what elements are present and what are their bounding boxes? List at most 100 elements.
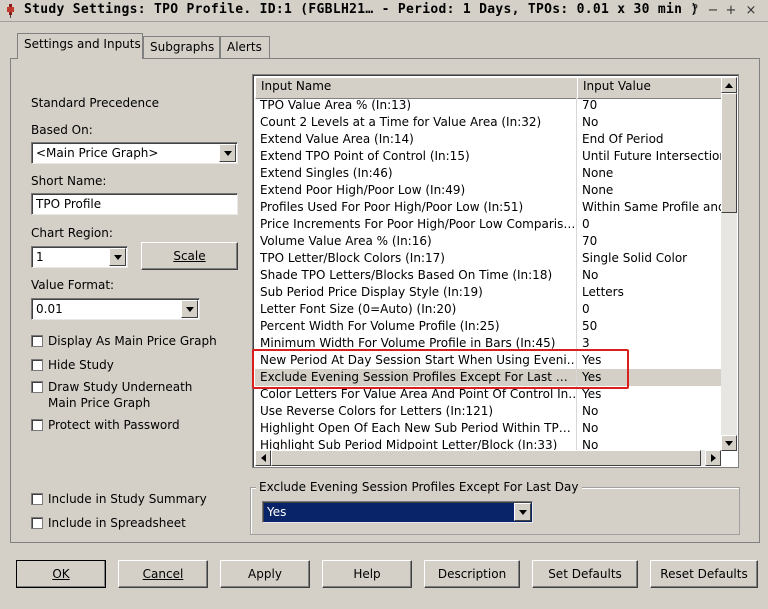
editor-value-combo[interactable]: Yes xyxy=(262,501,533,523)
cancel-button-label: Cancel xyxy=(142,567,184,581)
input-name-cell[interactable]: TPO Value Area % (In:13) xyxy=(255,97,577,114)
input-name-cell[interactable]: Highlight Open Of Each New Sub Period Wi… xyxy=(255,420,577,437)
scroll-thumb[interactable] xyxy=(721,93,737,213)
tab-subgraphs[interactable]: Subgraphs xyxy=(143,36,220,58)
input-name-cell[interactable]: Use Reverse Colors for Letters (In:121) xyxy=(255,403,577,420)
input-name-cell[interactable]: Extend Singles (In:46) xyxy=(255,165,577,182)
protect-with-password-checkbox[interactable] xyxy=(31,419,43,431)
scale-button[interactable]: Scale xyxy=(141,242,238,270)
col-header-input-value[interactable]: Input Value xyxy=(577,77,735,99)
ok-button[interactable]: OK xyxy=(16,560,106,588)
input-name-cell[interactable]: TPO Letter/Block Colors (In:17) xyxy=(255,250,577,267)
value-format-value: 0.01 xyxy=(36,302,63,316)
input-value-cell[interactable]: Within Same Profile and xyxy=(577,199,723,216)
input-name-cell[interactable]: Percent Width For Volume Profile (In:25) xyxy=(255,318,577,335)
table-row[interactable]: Shade TPO Letters/Blocks Based On Time (… xyxy=(255,267,723,284)
include-in-spreadsheet-label: Include in Spreadsheet xyxy=(48,516,186,530)
table-row[interactable]: Use Reverse Colors for Letters (In:121) N… xyxy=(255,403,723,420)
input-value-cell[interactable]: Until Future Intersection xyxy=(577,148,723,165)
input-value-cell[interactable]: No xyxy=(577,420,723,437)
scroll-up-icon[interactable] xyxy=(721,77,737,93)
apply-button[interactable]: Apply xyxy=(220,560,310,588)
scroll-down-icon[interactable] xyxy=(721,435,737,451)
chevron-down-icon[interactable] xyxy=(109,248,126,266)
table-row[interactable]: Price Increments For Poor High/Poor Low … xyxy=(255,216,723,233)
table-row[interactable]: Extend Singles (In:46) None xyxy=(255,165,723,182)
table-row[interactable]: TPO Value Area % (In:13) 70 xyxy=(255,97,723,114)
cancel-button[interactable]: Cancel xyxy=(118,560,208,588)
based-on-label: Based On: xyxy=(31,123,93,137)
input-value-cell[interactable]: No xyxy=(577,267,723,284)
table-row[interactable]: TPO Letter/Block Colors (In:17) Single So… xyxy=(255,250,723,267)
value-format-label: Value Format: xyxy=(31,278,115,292)
table-row[interactable]: Percent Width For Volume Profile (In:25)… xyxy=(255,318,723,335)
table-row[interactable]: Volume Value Area % (In:16) 70 xyxy=(255,233,723,250)
input-name-cell[interactable]: Extend TPO Point of Control (In:15) xyxy=(255,148,577,165)
input-value-cell[interactable]: 0 xyxy=(577,216,723,233)
input-name-cell[interactable]: Count 2 Levels at a Time for Value Area … xyxy=(255,114,577,131)
chevron-down-icon[interactable] xyxy=(514,503,531,521)
value-format-combo[interactable]: 0.01 xyxy=(31,298,200,320)
set-defaults-button[interactable]: Set Defaults xyxy=(532,560,638,588)
horizontal-scroll-thumb[interactable] xyxy=(271,450,701,466)
scroll-right-icon[interactable] xyxy=(705,450,721,466)
tab-alerts[interactable]: Alerts xyxy=(220,36,270,58)
include-in-study-summary-checkbox[interactable] xyxy=(31,493,43,505)
input-value-cell[interactable]: Single Solid Color xyxy=(577,250,723,267)
input-value-cell[interactable]: No xyxy=(577,114,723,131)
input-name-cell[interactable]: Shade TPO Letters/Blocks Based On Time (… xyxy=(255,267,577,284)
input-name-cell[interactable]: Price Increments For Poor High/Poor Low … xyxy=(255,216,577,233)
table-row[interactable]: Letter Font Size (0=Auto) (In:20) 0 xyxy=(255,301,723,318)
hide-study-checkbox[interactable] xyxy=(31,359,43,371)
highlight-box xyxy=(252,349,629,389)
table-row[interactable]: Extend Poor High/Poor Low (In:49) None xyxy=(255,182,723,199)
minimize-button[interactable]: − xyxy=(704,2,722,20)
input-value-cell[interactable]: Letters xyxy=(577,284,723,301)
table-row[interactable]: Highlight Open Of Each New Sub Period Wi… xyxy=(255,420,723,437)
horizontal-scrollbar[interactable] xyxy=(255,450,721,466)
table-row[interactable]: Count 2 Levels at a Time for Value Area … xyxy=(255,114,723,131)
input-value-cell[interactable]: None xyxy=(577,182,723,199)
editor-label: Exclude Evening Session Profiles Except … xyxy=(256,480,582,494)
chart-region-value: 1 xyxy=(36,250,44,264)
input-value-cell[interactable]: 0 xyxy=(577,301,723,318)
chart-region-label: Chart Region: xyxy=(31,226,113,240)
input-value-cell[interactable]: 50 xyxy=(577,318,723,335)
input-name-cell[interactable]: Volume Value Area % (In:16) xyxy=(255,233,577,250)
reset-defaults-button[interactable]: Reset Defaults xyxy=(650,560,758,588)
help-title-button[interactable]: ? xyxy=(686,2,704,20)
maximize-button[interactable]: + xyxy=(722,2,740,20)
input-name-cell[interactable]: Profiles Used For Poor High/Poor Low (In… xyxy=(255,199,577,216)
description-button[interactable]: Description xyxy=(424,560,520,588)
chevron-down-icon[interactable] xyxy=(181,300,198,318)
input-name-cell[interactable]: Letter Font Size (0=Auto) (In:20) xyxy=(255,301,577,318)
table-row[interactable]: Extend Value Area (In:14) End Of Period xyxy=(255,131,723,148)
vertical-scrollbar[interactable] xyxy=(721,77,737,451)
table-row[interactable]: Profiles Used For Poor High/Poor Low (In… xyxy=(255,199,723,216)
tab-settings-and-inputs[interactable]: Settings and Inputs xyxy=(17,33,143,59)
input-value-cell[interactable]: No xyxy=(577,403,723,420)
chevron-down-icon[interactable] xyxy=(219,144,236,162)
scroll-left-icon[interactable] xyxy=(255,450,271,466)
include-in-spreadsheet-checkbox[interactable] xyxy=(31,517,43,529)
input-value-cell[interactable]: None xyxy=(577,165,723,182)
input-name-cell[interactable]: Sub Period Price Display Style (In:19) xyxy=(255,284,577,301)
draw-study-underneath-checkbox[interactable] xyxy=(31,381,43,393)
input-name-cell[interactable]: Extend Poor High/Poor Low (In:49) xyxy=(255,182,577,199)
input-name-cell[interactable]: Extend Value Area (In:14) xyxy=(255,131,577,148)
help-button[interactable]: Help xyxy=(322,560,412,588)
close-button[interactable]: × xyxy=(742,2,760,20)
inputs-grid[interactable]: Input Name Input Value TPO Value Area % … xyxy=(252,74,739,468)
input-value-cell[interactable]: End Of Period xyxy=(577,131,723,148)
short-name-input[interactable]: TPO Profile xyxy=(31,193,238,215)
display-as-main-price-graph-checkbox[interactable] xyxy=(31,335,43,347)
based-on-combo[interactable]: <Main Price Graph> xyxy=(31,142,238,164)
col-header-input-name[interactable]: Input Name xyxy=(255,77,589,99)
input-value-cell[interactable]: 70 xyxy=(577,97,723,114)
table-row[interactable]: Sub Period Price Display Style (In:19) Le… xyxy=(255,284,723,301)
based-on-value: <Main Price Graph> xyxy=(36,146,159,160)
title-bar: Study Settings: TPO Profile. ID:1 (FGBLH… xyxy=(0,0,768,22)
table-row[interactable]: Extend TPO Point of Control (In:15) Until… xyxy=(255,148,723,165)
input-value-cell[interactable]: 70 xyxy=(577,233,723,250)
chart-region-combo[interactable]: 1 xyxy=(31,246,128,268)
